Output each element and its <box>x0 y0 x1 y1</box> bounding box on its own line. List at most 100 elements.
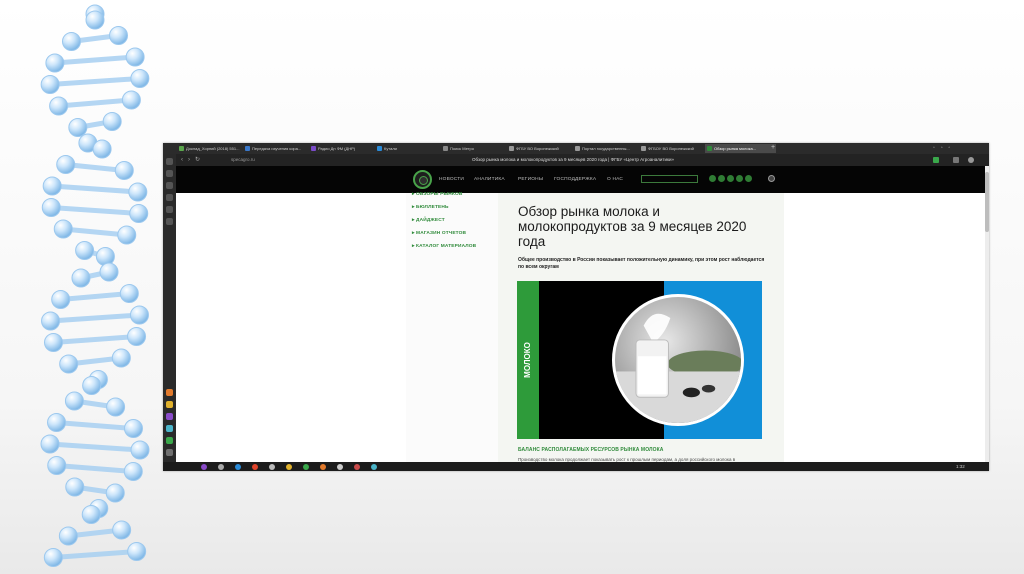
helix-bead <box>119 284 139 303</box>
helix-bead <box>127 542 147 561</box>
browser-tab-1[interactable]: Доклад_Хорний (2018) 551... <box>177 144 248 153</box>
helix-bead <box>41 198 61 217</box>
menu-item-report-shop[interactable]: ▸ МАГАЗИН ОТЧЕТОВ <box>412 231 466 236</box>
site-search-input[interactable] <box>641 175 698 183</box>
nav-support[interactable]: ГОСПОДДЕРЖКА <box>554 177 596 182</box>
helix-bead <box>81 505 101 524</box>
helix-bead <box>109 26 129 45</box>
article-title: Обзор рынка молока и молокопродуктов за … <box>518 204 747 249</box>
helix-bead <box>95 247 115 266</box>
app-icon-4[interactable] <box>166 425 173 432</box>
menu-label: ОБЗОРЫ РЫНКОВ <box>416 192 463 197</box>
taskbar-app-icon-2[interactable] <box>218 463 224 470</box>
social-icon-1[interactable] <box>709 175 716 182</box>
browser-tab-6[interactable]: ФГБУ ВО Воронежский <box>507 144 578 153</box>
browser-tab-active[interactable]: Обзор рынка молока... <box>705 144 776 153</box>
helix-bead <box>85 10 105 30</box>
browser-tab-8[interactable]: ФГБОУ ВО Воронежский <box>639 144 710 153</box>
wallet-icon[interactable] <box>166 218 173 225</box>
new-tab-icon[interactable]: + <box>771 143 775 153</box>
nav-arrows-icon[interactable]: ‹›↻ <box>181 156 205 164</box>
dna-helix-decoration <box>40 4 150 567</box>
helix-bead <box>106 397 126 417</box>
taskbar-app-icon-1[interactable] <box>201 463 207 470</box>
helix-bead <box>121 90 141 110</box>
tab-label: Поиск Метро <box>450 146 474 151</box>
browser-sidebar <box>163 154 176 471</box>
tab-label: Доклад_Хорний (2018) 551... <box>186 146 240 151</box>
helix-bead <box>68 118 88 137</box>
helix-bead <box>71 268 91 288</box>
helix-bead <box>61 32 81 51</box>
helix-bead <box>111 348 131 368</box>
nav-about[interactable]: О НАС <box>607 177 623 182</box>
tab-label: Передача изучения кора... <box>252 146 302 151</box>
address-bar: ‹›↻ specagro.ru Обзор рынка молока и мол… <box>163 154 989 166</box>
helix-bead <box>114 161 134 180</box>
app-icon-3[interactable] <box>166 413 173 420</box>
nav-news[interactable]: НОВОСТИ <box>439 177 464 182</box>
menu-item-bulletin[interactable]: ▸ БЮЛЛЕТЕНЬ <box>412 205 449 210</box>
helix-bead <box>47 456 67 475</box>
taskbar-app-icon-4[interactable] <box>252 463 258 470</box>
taskbar-app-icon-10[interactable] <box>354 463 360 470</box>
menu-label: БЮЛЛЕТЕНЬ <box>416 205 449 210</box>
tab-favicon-icon <box>179 146 184 151</box>
profile-icon[interactable] <box>968 157 974 163</box>
site-logo-icon[interactable] <box>413 170 432 189</box>
helix-bead <box>51 290 71 309</box>
app-icon-1[interactable] <box>166 389 173 396</box>
nav-regions[interactable]: РЕГИОНЫ <box>518 177 543 182</box>
download-icon[interactable] <box>166 194 173 201</box>
page-scrollbar[interactable] <box>985 166 989 462</box>
helix-bead <box>127 327 147 346</box>
menu-item-market-reviews[interactable]: ▸ ОБЗОРЫ РЫНКОВ <box>412 192 463 197</box>
url-field[interactable]: specagro.ru Обзор рынка молока и молокоп… <box>223 156 923 164</box>
helix-rung <box>52 54 138 66</box>
menu-label: ДАЙДЖЕСТ <box>416 218 445 223</box>
notes-icon[interactable] <box>166 206 173 213</box>
scrollbar-thumb[interactable] <box>985 172 989 232</box>
taskbar-app-icon-9[interactable] <box>337 463 343 470</box>
taskbar-app-icon-11[interactable] <box>371 463 377 470</box>
browser-tab-7[interactable]: Портал государственны... <box>573 144 644 153</box>
app-icon-6[interactable] <box>166 449 173 456</box>
app-icon-5[interactable] <box>166 437 173 444</box>
tab-favicon-icon <box>443 146 448 151</box>
nav-analytics[interactable]: АНАЛИТИКА <box>474 177 505 182</box>
taskbar-app-icon-3[interactable] <box>235 463 241 470</box>
tab-label: Кутали <box>384 146 397 151</box>
page-title-text: Обзор рынка молока и молокопродуктов за … <box>472 157 674 162</box>
taskbar-clock[interactable]: 1:32 <box>956 462 965 471</box>
social-icon-4[interactable] <box>736 175 743 182</box>
shield-icon[interactable] <box>933 157 939 163</box>
menu-item-catalog[interactable]: ▸ КАТАЛОГ МАТЕРИАЛОВ <box>412 244 476 249</box>
helix-rung <box>48 205 142 216</box>
browser-tab-5[interactable]: Поиск Метро <box>441 144 512 153</box>
taskbar-app-icon-8[interactable] <box>320 463 326 470</box>
clock-icon[interactable] <box>166 170 173 177</box>
browser-tab-3[interactable]: Радио Дн ФМ (ДНР) <box>309 144 380 153</box>
social-icon-5[interactable] <box>745 175 752 182</box>
app-icon-2[interactable] <box>166 401 173 408</box>
browser-tab-2[interactable]: Передача изучения кора... <box>243 144 314 153</box>
extensions-icon[interactable] <box>953 157 959 163</box>
social-icon-3[interactable] <box>727 175 734 182</box>
taskbar-app-icon-7[interactable] <box>303 463 309 470</box>
tab-favicon-icon <box>575 146 580 151</box>
social-icon-2[interactable] <box>718 175 725 182</box>
section-heading: БАЛАНС РАСПОЛАГАЕМЫХ РЕСУРСОВ РЫНКА МОЛО… <box>518 447 664 453</box>
helix-rung <box>54 463 136 474</box>
taskbar-app-icon-6[interactable] <box>286 463 292 470</box>
taskbar-app-icon-5[interactable] <box>269 463 275 470</box>
star-icon[interactable] <box>166 182 173 189</box>
home-icon[interactable] <box>166 158 173 165</box>
helix-bead <box>125 47 145 67</box>
accessibility-icon[interactable] <box>768 175 775 182</box>
window-controls[interactable]: ▫▫▫ <box>933 145 983 151</box>
site-header: НОВОСТИ АНАЛИТИКА РЕГИОНЫ ГОСПОДДЕРЖКА О… <box>176 166 986 193</box>
menu-item-digest[interactable]: ▸ ДАЙДЖЕСТ <box>412 218 445 223</box>
browser-tab-4[interactable]: Кутали <box>375 144 446 153</box>
helix-bead <box>41 311 61 331</box>
helix-bead <box>47 413 67 432</box>
